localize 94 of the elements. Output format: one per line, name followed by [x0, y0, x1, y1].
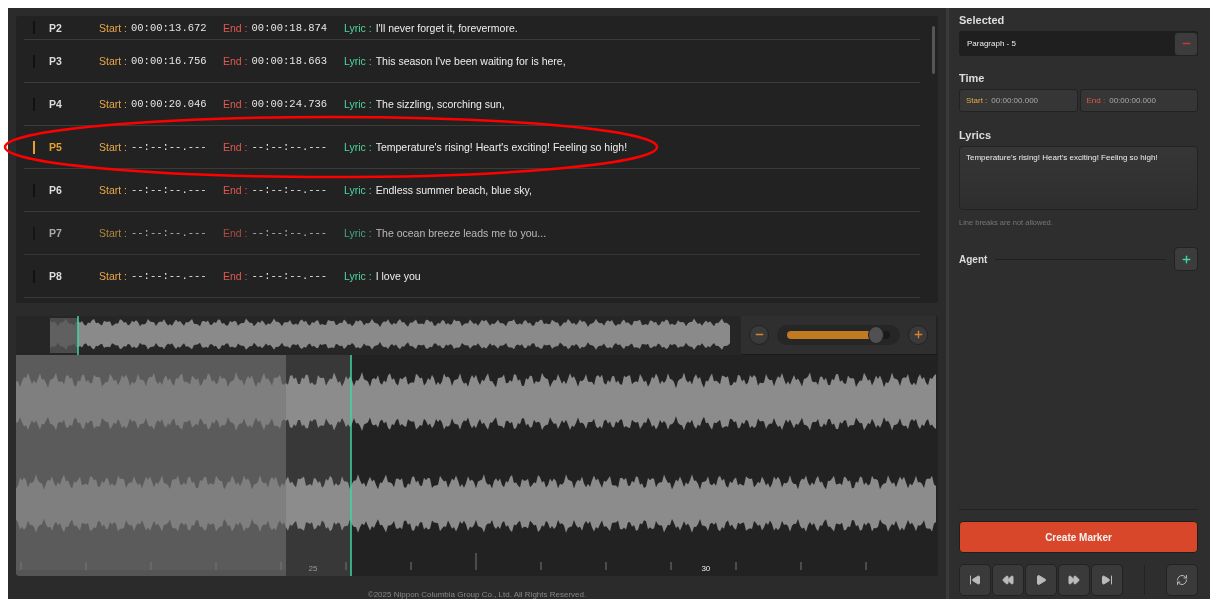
- loop-button[interactable]: [1166, 564, 1198, 596]
- rewind-button[interactable]: [992, 564, 1024, 596]
- selected-value: Paragraph - 5: [967, 39, 1016, 48]
- section-title: Selected: [959, 14, 1006, 26]
- start-label: Start :: [966, 96, 988, 105]
- start-label: Start :: [99, 184, 127, 196]
- lyric-text: The ocean breeze leads me to you...: [375, 227, 547, 239]
- start-label: Start :: [99, 227, 127, 239]
- zoom-in-button[interactable]: [908, 324, 928, 345]
- lyric-label: Lyric :: [344, 55, 372, 67]
- start-label: Start :: [99, 21, 127, 34]
- play-icon: [1035, 574, 1047, 586]
- end-time: --:--:--.---: [251, 270, 328, 282]
- start-time: --:--:--.---: [131, 141, 207, 153]
- row-marker: [33, 140, 35, 154]
- zoom-slider-thumb[interactable]: [867, 325, 884, 344]
- end-time-field[interactable]: End : 00:00:00.000: [1079, 89, 1198, 112]
- start-time: --:--:--.---: [131, 270, 207, 282]
- skip-forward-icon: [1101, 574, 1113, 586]
- paragraph-row[interactable]: P4 Start : 00:00:20.046 End : 00:00:24.736 Lyric : The sizzling, scorching sun,: [24, 83, 920, 126]
- lyric-text: The sizzling, scorching sun,: [375, 98, 505, 110]
- paragraph-label: P2: [49, 21, 63, 34]
- section-title: Agent: [959, 253, 988, 265]
- start-time: --:--:--.---: [131, 227, 207, 239]
- ruler-label: 30: [701, 563, 711, 573]
- selected-field[interactable]: Paragraph - 5: [959, 31, 1198, 56]
- paragraph-label: P7: [49, 227, 63, 239]
- copyright-text: ©2025 Nippon Columbia Group Co., Ltd. All Rights Reserved.: [366, 589, 588, 599]
- end-time: 00:00:18.663: [251, 55, 328, 67]
- lyric-text: Endless summer beach, blue sky,: [375, 184, 532, 196]
- end-time: 00:00:18.874: [251, 21, 328, 34]
- paragraph-label: P4: [49, 98, 63, 110]
- start-label: Start :: [99, 141, 127, 153]
- play-button[interactable]: [1025, 564, 1057, 596]
- end-label: End :: [223, 21, 248, 34]
- end-time: --:--:--.---: [251, 184, 328, 196]
- lyrics-input[interactable]: Temperature's rising! Heart's exciting! Feeling so high!: [959, 146, 1198, 210]
- paragraph-row[interactable]: P8 Start : --:--:--.--- End : --:--:--.--- Lyric : I love you: [24, 255, 920, 298]
- plus-icon: [912, 329, 924, 341]
- lyric-label: Lyric :: [344, 270, 372, 282]
- lyric-label: Lyric :: [344, 184, 372, 196]
- paragraph-label: P6: [49, 184, 63, 196]
- scrollbar-thumb[interactable]: [932, 26, 935, 74]
- paragraph-label: P8: [49, 270, 63, 282]
- start-time: --:--:--.---: [131, 184, 207, 196]
- end-label: End :: [223, 55, 248, 67]
- overview-waveform-drawing[interactable]: [16, 315, 741, 355]
- start-time: 00:00:16.756: [131, 55, 207, 67]
- skip-back-button[interactable]: [959, 564, 991, 596]
- start-time: 00:00:20.046: [131, 98, 207, 110]
- start-label: Start :: [99, 55, 127, 67]
- lyric-label: Lyric :: [344, 98, 372, 110]
- lyric-label: Lyric :: [344, 227, 372, 239]
- start-label: Start :: [99, 270, 127, 282]
- end-label: End :: [1086, 96, 1106, 105]
- zoom-slider[interactable]: [777, 324, 900, 345]
- start-time: 00:00:00.000: [991, 96, 1039, 105]
- start-time-field[interactable]: Start : 00:00:00.000: [959, 89, 1078, 112]
- plus-icon: [1180, 253, 1192, 265]
- lyric-text: I'll never forget it, forevermore.: [375, 21, 518, 34]
- section-title: Lyrics: [959, 129, 992, 141]
- end-label: End :: [223, 184, 248, 196]
- end-label: End :: [223, 227, 248, 239]
- paragraph-label: P5: [49, 141, 63, 153]
- paragraph-row[interactable]: P5 Start : --:--:--.--- End : --:--:--.--- Lyric : Temperature's rising! Heart's exciting! Feeling so high!: [24, 126, 920, 169]
- end-time: 00:00:00.000: [1109, 96, 1156, 105]
- paragraph-label: P3: [49, 55, 63, 67]
- lyric-label: Lyric :: [344, 21, 372, 34]
- lyric-text: This season I've been waiting for is here,: [375, 55, 566, 67]
- skip-back-icon: [969, 574, 981, 586]
- paragraph-row[interactable]: P6 Start : --:--:--.--- End : --:--:--.--- Lyric : Endless summer beach, blue sky,: [24, 169, 920, 212]
- lyric-label: Lyric :: [344, 141, 372, 153]
- ruler-label: 25: [308, 563, 318, 573]
- lyric-text: Temperature's rising! Heart's exciting! Feeling so high!: [375, 141, 628, 153]
- add-agent-button[interactable]: [1174, 247, 1198, 271]
- start-time: 00:00:13.672: [131, 21, 207, 34]
- waveform-drawing[interactable]: [16, 354, 936, 576]
- end-time: 00:00:24.736: [251, 98, 328, 110]
- loop-icon: [1176, 574, 1188, 586]
- rewind-icon: [1002, 574, 1014, 586]
- end-label: End :: [223, 98, 248, 110]
- end-time: --:--:--.---: [251, 227, 328, 239]
- end-time: --:--:--.---: [251, 141, 328, 153]
- fast-forward-icon: [1068, 574, 1080, 586]
- lyric-text: I love you: [375, 270, 421, 282]
- create-marker-button[interactable]: Create Marker: [959, 521, 1198, 553]
- section-title: Time: [959, 72, 986, 84]
- end-label: End :: [223, 141, 248, 153]
- start-label: Start :: [99, 98, 127, 110]
- fast-forward-button[interactable]: [1058, 564, 1090, 596]
- skip-forward-button[interactable]: [1091, 564, 1123, 596]
- paragraph-row[interactable]: P2 Start : 00:00:13.672 End : 00:00:18.874 Lyric : I'll never forget it, forevermore.: [24, 16, 920, 40]
- paragraph-row[interactable]: P3 Start : 00:00:16.756 End : 00:00:18.663 Lyric : This season I've been waiting for is here,: [24, 40, 920, 83]
- end-label: End :: [223, 270, 248, 282]
